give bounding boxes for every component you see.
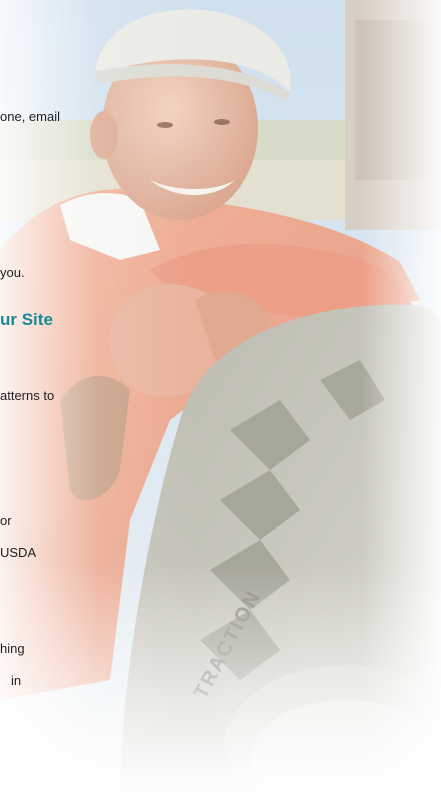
text-fragment-patterns: atterns to bbox=[0, 388, 55, 403]
text-fragment-you: you. bbox=[0, 265, 25, 280]
bottom-fade-overlay bbox=[0, 0, 441, 804]
text-fragment-in: in bbox=[11, 673, 22, 688]
section-heading-site: ur Site bbox=[0, 310, 53, 329]
text-fragment-or: or bbox=[0, 513, 12, 528]
text-fragment-hing: hing bbox=[0, 641, 25, 656]
text-fragment-email: one, email bbox=[0, 109, 60, 124]
text-fragment-usda: USDA bbox=[0, 545, 37, 560]
